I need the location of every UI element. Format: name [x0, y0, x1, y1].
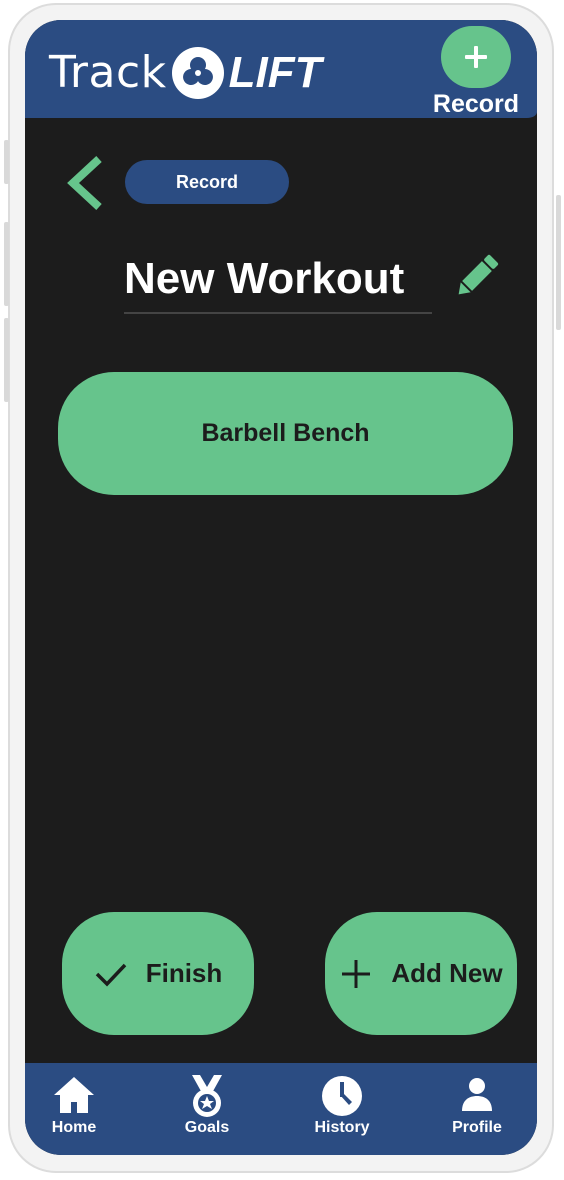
- logo-lift-text: LIFT: [228, 48, 322, 97]
- phone-side-button: [556, 195, 561, 330]
- record-button-label[interactable]: Record: [425, 90, 527, 119]
- nav-label-profile: Profile: [452, 1119, 502, 1136]
- add-new-button[interactable]: Add New: [325, 912, 517, 1035]
- nav-item-goals[interactable]: Goals: [157, 1073, 257, 1149]
- add-new-button-label: Add New: [391, 958, 503, 988]
- app-header: Track LIFT Record: [25, 20, 537, 118]
- exercise-item[interactable]: Barbell Bench: [58, 372, 513, 495]
- pencil-icon: [458, 254, 499, 295]
- phone-side-button: [4, 222, 9, 306]
- app-logo[interactable]: Track LIFT: [49, 44, 322, 102]
- phone-side-button: [4, 140, 9, 184]
- nav-item-home[interactable]: Home: [25, 1073, 124, 1149]
- nav-item-profile[interactable]: Profile: [427, 1073, 527, 1149]
- breadcrumb-record[interactable]: Record: [125, 160, 289, 204]
- nav-label-home: Home: [51, 1119, 97, 1136]
- back-button[interactable]: [65, 153, 109, 213]
- nav-label-history: History: [314, 1119, 370, 1136]
- plus-icon: [342, 959, 371, 988]
- workout-title[interactable]: New Workout: [124, 250, 432, 314]
- record-button[interactable]: [441, 26, 511, 88]
- chevron-left-icon: [67, 156, 102, 210]
- plus-icon: [465, 46, 487, 68]
- bottom-nav: Home Goals History Profile: [25, 1063, 537, 1155]
- logo-track-text: Track: [49, 47, 167, 98]
- weight-plate-icon: [171, 47, 224, 99]
- check-icon: [95, 963, 126, 987]
- home-icon: [54, 1077, 94, 1113]
- finish-button[interactable]: Finish: [62, 912, 254, 1035]
- app-screen: Track LIFT Record Record New Workout Bar…: [25, 20, 537, 1155]
- nav-item-history[interactable]: History: [292, 1073, 392, 1149]
- finish-button-label: Finish: [145, 958, 223, 988]
- nav-label-goals: Goals: [184, 1119, 230, 1136]
- clock-icon: [322, 1076, 362, 1116]
- medal-icon: [192, 1075, 222, 1117]
- edit-title-button[interactable]: [453, 252, 501, 300]
- phone-side-button: [4, 318, 9, 402]
- person-icon: [462, 1078, 492, 1111]
